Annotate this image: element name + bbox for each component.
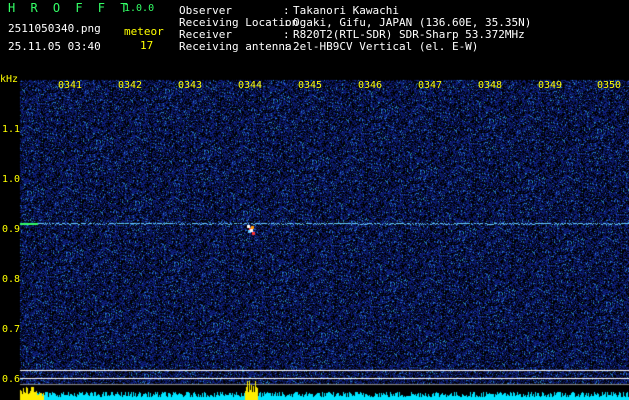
- file-name: 2511050340.png: [8, 22, 101, 35]
- info-key-receiver: Receiver: [179, 28, 232, 41]
- info-key-observer: Observer: [179, 4, 232, 17]
- info-sep: :: [283, 28, 290, 41]
- freq-label: 0.7: [2, 324, 21, 335]
- time-label: 0347: [418, 80, 443, 91]
- meteor-count: 17: [140, 39, 154, 52]
- info-receiver: R820T2(RTL-SDR) SDR-Sharp 53.372MHz: [293, 28, 525, 41]
- info-antenna: 2el-HB9CV Vertical (el. E-W): [293, 40, 479, 53]
- time-label: 0344: [238, 80, 263, 91]
- time-label: 0343: [178, 80, 203, 91]
- info-sep: :: [283, 40, 290, 53]
- freq-label: 0.8: [2, 274, 21, 285]
- time-label: 0348: [478, 80, 503, 91]
- time-label: 0345: [298, 80, 323, 91]
- info-key-location: Receiving Location: [179, 16, 299, 29]
- freq-unit-label: kHz: [0, 74, 19, 85]
- info-sep: :: [283, 4, 290, 17]
- app-version: 1.0.0: [124, 3, 155, 14]
- info-key-antenna: Receiving antenna: [179, 40, 292, 53]
- info-location: Ogaki, Gifu, JAPAN (136.60E, 35.35N): [293, 16, 532, 29]
- freq-label: 0.6: [2, 374, 21, 385]
- spectrogram: [0, 72, 629, 400]
- info-sep: :: [283, 16, 290, 29]
- hrofft-window: H R O F F T 1.0.0 2511050340.png meteor …: [0, 0, 629, 400]
- time-label: 0350: [597, 80, 622, 91]
- app-title: H R O F F T: [8, 1, 132, 15]
- info-observer: Takanori Kawachi: [293, 4, 399, 17]
- file-datetime: 25.11.05 03:40: [8, 40, 101, 53]
- freq-label: 0.9: [2, 224, 21, 235]
- freq-label: 1.1: [2, 124, 21, 135]
- time-label: 0342: [118, 80, 143, 91]
- time-label: 0346: [358, 80, 383, 91]
- meteor-label: meteor: [124, 25, 164, 38]
- time-label: 0341: [58, 80, 83, 91]
- freq-label: 1.0: [2, 174, 21, 185]
- time-label: 0349: [538, 80, 563, 91]
